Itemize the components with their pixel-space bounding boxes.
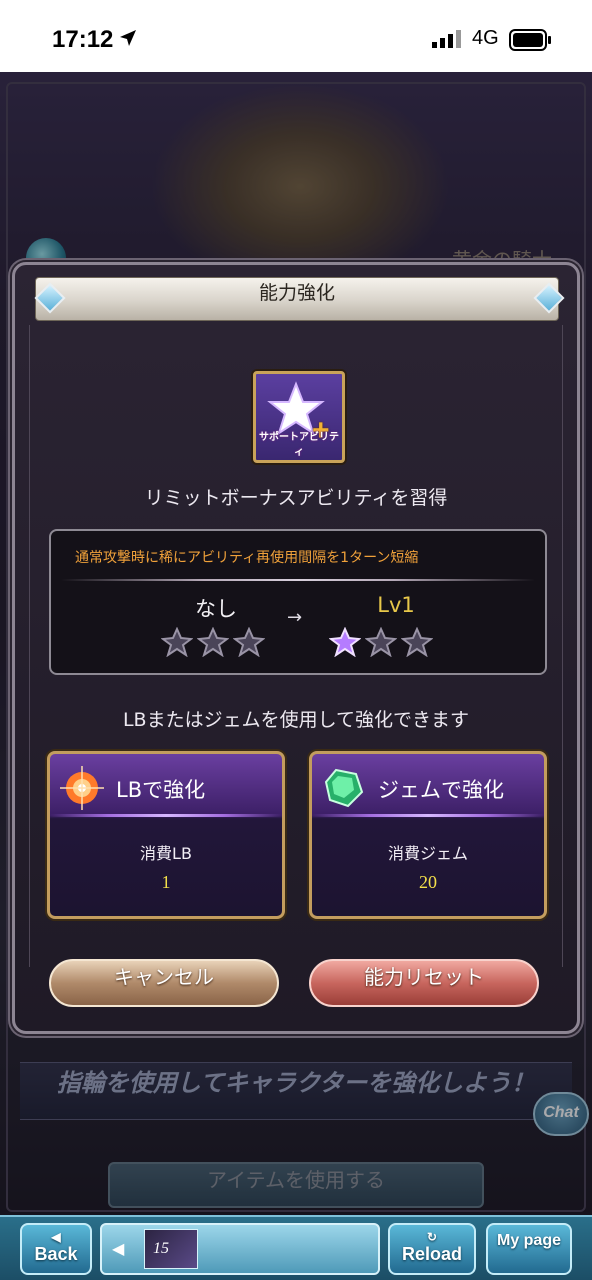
support-ability-icon: + サポートアビリティ <box>253 371 345 463</box>
enhance-text: LBまたはジェムを使用して強化できます <box>122 709 470 731</box>
location-arrow-icon <box>120 30 136 46</box>
enhance-with-gem-button[interactable]: ジェムで強化 消費ジェム 20 <box>309 751 547 919</box>
gem-icon <box>324 768 364 808</box>
dialog-title-bar: 能力強化 <box>35 277 559 321</box>
ability-icon-caption: サポートアビリティ <box>259 432 339 458</box>
nav-banner[interactable]: ◀ 15 <box>100 1223 380 1275</box>
reload-icon: ↻ <box>426 1230 438 1244</box>
reset-ability-button[interactable]: 能力リセット <box>309 959 539 1007</box>
status-bar: 17:12 4G <box>0 0 592 72</box>
star-empty-icon <box>197 627 229 657</box>
bottom-nav: ◀ Back ◀ 15 ↻ Reload My page <box>0 1215 592 1280</box>
signal-bars-icon <box>432 30 461 48</box>
divider <box>61 579 535 581</box>
stars-to <box>329 627 433 657</box>
mypage-button[interactable]: My page <box>486 1223 572 1275</box>
dialog-title: 能力強化 <box>258 282 335 304</box>
back-button[interactable]: ◀ Back <box>20 1223 92 1275</box>
banner-level: 15 <box>153 1240 169 1257</box>
lb-cost-value: 1 <box>161 872 171 892</box>
network-type: 4G <box>472 27 499 49</box>
star-empty-icon <box>365 627 397 657</box>
mypage-label: My page <box>496 1232 561 1249</box>
reload-label: Reload <box>401 1244 462 1264</box>
level-from: なし <box>195 597 237 621</box>
gem-cost-value: 20 <box>419 872 437 892</box>
back-label: Back <box>34 1244 78 1264</box>
level-to: Lv1 <box>377 593 415 617</box>
gem-option-label: ジェムで強化 <box>378 778 504 802</box>
lb-option-label: LBで強化 <box>116 778 206 802</box>
level-arrow: → <box>287 607 303 628</box>
lb-burst-icon <box>60 766 104 810</box>
back-arrow-icon: ◀ <box>51 1230 61 1244</box>
cancel-button[interactable]: キャンセル <box>49 959 279 1007</box>
ability-description: 通常攻撃時に稀にアビリティ再使用間隔を1ターン短縮 <box>75 550 419 566</box>
enhance-with-lb-button[interactable]: LBで強化 消費LB 1 <box>47 751 285 919</box>
battery-icon <box>509 29 551 51</box>
divider <box>312 814 544 817</box>
lb-cost-label: 消費LB <box>140 844 192 863</box>
star-filled-icon <box>329 627 361 657</box>
divider <box>50 814 282 817</box>
learn-text: リミットボーナスアビリティを習得 <box>144 487 448 509</box>
banner-left-arrow-icon: ◀ <box>112 1239 125 1258</box>
gem-cost-label: 消費ジェム <box>387 844 468 863</box>
enhance-dialog: 能力強化 + サポートアビリティ リミットボーナスアビリティを習得 通常攻撃時に… <box>12 262 580 1034</box>
ability-info-box: 通常攻撃時に稀にアビリティ再使用間隔を1ターン短縮 なし → Lv1 <box>49 529 547 675</box>
reload-button[interactable]: ↻ Reload <box>388 1223 476 1275</box>
star-empty-icon <box>401 627 433 657</box>
clock: 17:12 <box>52 26 114 53</box>
banner-thumbnail: 15 <box>144 1229 198 1269</box>
star-empty-icon <box>161 627 193 657</box>
star-empty-icon <box>233 627 265 657</box>
stars-from <box>161 627 265 657</box>
